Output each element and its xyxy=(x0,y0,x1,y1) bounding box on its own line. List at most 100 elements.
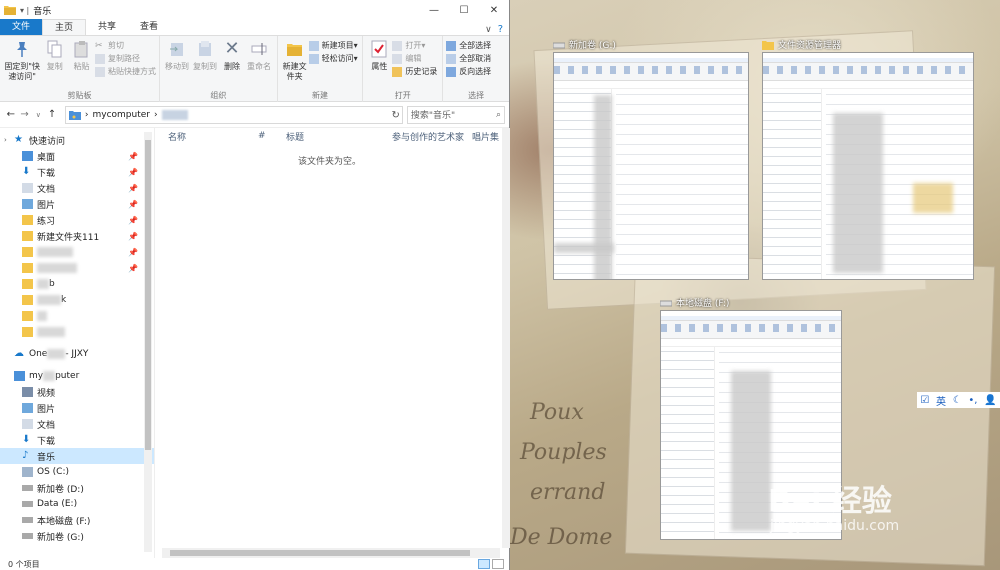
nav-item-redacted-k[interactable]: k xyxy=(0,292,154,308)
nav-drive-g[interactable]: 新加卷 (G:) xyxy=(0,528,154,544)
select-none-icon xyxy=(446,53,457,64)
close-button[interactable]: ✕ xyxy=(479,0,509,20)
new-item-button[interactable]: 新建项目 ▾ xyxy=(308,39,358,52)
breadcrumb-redacted[interactable] xyxy=(161,109,188,120)
tab-share[interactable]: 共享 xyxy=(86,19,128,35)
nav-drive-d[interactable]: 新加卷 (D:) xyxy=(0,480,154,496)
open-button[interactable]: 打开 ▾ xyxy=(392,39,437,52)
quick-access-toolbar-icon[interactable]: ▾ | xyxy=(20,6,29,15)
nav-item-pictures[interactable]: 图片 📌 xyxy=(0,196,154,212)
rename-icon xyxy=(251,43,267,55)
nav-drive-f[interactable]: 本地磁盘 (F:) xyxy=(0,512,154,528)
nav-item-redacted[interactable]: 📌 xyxy=(0,260,154,276)
recent-dropdown-icon[interactable]: ∨ xyxy=(31,111,45,119)
invert-selection-button[interactable]: 反向选择 xyxy=(446,65,491,78)
back-arrow-icon[interactable]: ← xyxy=(4,109,18,120)
select-none-button[interactable]: 全部取消 xyxy=(446,52,491,65)
column-header-title[interactable]: 标题 xyxy=(286,130,392,143)
column-header-album[interactable]: 唱片集 xyxy=(472,130,502,143)
nav-item-practice[interactable]: 练习 📌 xyxy=(0,212,154,228)
clipboard-group: 固定到"快速访问" 复制 粘贴 ✂ 剪切 复制路径 粘贴快捷方式 剪贴板 xyxy=(0,36,160,102)
minimize-button[interactable]: — xyxy=(419,0,449,20)
large-icons-view-icon[interactable] xyxy=(492,559,504,569)
details-view-icon[interactable] xyxy=(478,559,490,569)
group-label: 选择 xyxy=(468,91,485,100)
nav-item-pc-downloads[interactable]: ⬇ 下载 xyxy=(0,432,154,448)
computer-icon xyxy=(14,371,25,381)
nav-item-pc-documents[interactable]: 文档 xyxy=(0,416,154,432)
tab-view[interactable]: 查看 xyxy=(128,19,170,35)
up-arrow-icon[interactable]: ↑ xyxy=(45,109,59,120)
group-label: 新建 xyxy=(312,91,329,100)
copy-icon xyxy=(47,40,62,58)
nav-item-downloads[interactable]: ⬇ 下载 📌 xyxy=(0,164,154,180)
refresh-icon[interactable]: ↻ xyxy=(391,110,399,121)
scissors-icon: ✂ xyxy=(94,40,103,51)
column-header-artists[interactable]: 参与创作的艺术家 xyxy=(392,130,472,143)
nav-drive-c[interactable]: OS (C:) xyxy=(0,464,154,480)
content-scrollbar[interactable] xyxy=(502,128,510,548)
navigation-pane: › ★ 快速访问 桌面 📌 ⬇ 下载 📌 文档 📌 图片 📌 练习 📌 新建文件夹111 📌 … xyxy=(0,128,155,558)
window-title: 音乐 xyxy=(33,6,52,17)
help-icon[interactable]: ? xyxy=(498,24,509,35)
expand-chevron-icon: › xyxy=(4,136,7,144)
horizontal-scrollbar[interactable] xyxy=(162,548,500,558)
nav-item-pc-pictures[interactable]: 图片 xyxy=(0,400,154,416)
breadcrumb-root[interactable]: mycomputer xyxy=(92,110,150,120)
nav-item-new-folder-111[interactable]: 新建文件夹111 📌 xyxy=(0,228,154,244)
pin-icon: 📌 xyxy=(128,199,138,209)
star-icon: ★ xyxy=(14,134,23,145)
copy-path-button[interactable]: 复制路径 xyxy=(94,52,156,65)
nav-item-music[interactable]: ♪ 音乐 xyxy=(0,448,154,464)
ime-language-toggle[interactable]: 英 xyxy=(936,393,946,408)
maximize-button[interactable]: ☐ xyxy=(449,0,479,20)
horizontal-scrollbar-thumb[interactable] xyxy=(170,550,470,556)
nav-item-documents[interactable]: 文档 📌 xyxy=(0,180,154,196)
folder-icon xyxy=(22,231,33,241)
nav-item-videos[interactable]: 视频 xyxy=(0,384,154,400)
ribbon-collapse-icon[interactable]: ∨ xyxy=(485,25,498,35)
empty-folder-message: 该文件夹为空。 xyxy=(297,157,361,167)
nav-item-redacted-b[interactable]: b xyxy=(0,276,154,292)
music-folder-icon xyxy=(68,110,81,120)
tab-home[interactable]: 主页 xyxy=(42,19,87,35)
desktop-icon xyxy=(22,151,33,161)
tab-file[interactable]: 文件 xyxy=(0,19,43,35)
nav-this-pc[interactable]: my puter xyxy=(0,368,154,384)
user-icon[interactable]: 👤 xyxy=(984,395,996,406)
nav-scrollbar-thumb[interactable] xyxy=(145,140,151,450)
nav-scrollbar[interactable] xyxy=(144,132,152,552)
easy-access-button[interactable]: 轻松访问 ▾ xyxy=(308,52,358,65)
search-input[interactable]: 搜索"音乐" ⌕ xyxy=(406,105,506,124)
download-icon: ⬇ xyxy=(22,166,31,177)
edit-button[interactable]: 编辑 xyxy=(392,52,437,65)
nav-item-redacted[interactable] xyxy=(0,324,154,340)
nav-onedrive[interactable]: ☁ One - JJXY xyxy=(0,346,154,362)
folder-icon xyxy=(22,263,33,273)
ime-toolbox-icon[interactable]: ☑ xyxy=(920,395,929,406)
nav-drive-e[interactable]: Data (E:) xyxy=(0,496,154,512)
status-bar: 0 个项目 xyxy=(0,558,510,570)
column-header-number[interactable]: # xyxy=(258,131,286,141)
redacted-label xyxy=(37,279,49,289)
nav-quick-access[interactable]: › ★ 快速访问 xyxy=(0,132,154,148)
ribbon-tabs: 文件 主页 共享 查看 ∨ ? xyxy=(0,19,509,36)
shortcut-icon xyxy=(94,66,105,77)
forward-arrow-icon[interactable]: → xyxy=(18,109,32,120)
pin-icon: 📌 xyxy=(128,151,138,161)
select-all-button[interactable]: 全部选择 xyxy=(446,39,491,52)
address-bar[interactable]: › mycomputer › ↻ xyxy=(64,105,403,124)
punctuation-icon[interactable]: •, xyxy=(968,395,977,406)
edit-icon xyxy=(392,53,403,64)
cut-button[interactable]: ✂ 剪切 xyxy=(95,39,156,52)
drive-icon xyxy=(553,42,565,48)
nav-item-redacted[interactable] xyxy=(0,308,154,324)
paste-shortcut-button[interactable]: 粘贴快捷方式 xyxy=(94,65,156,78)
history-button[interactable]: 历史记录 xyxy=(392,65,437,78)
column-header-name[interactable]: 名称 xyxy=(162,130,258,143)
nav-item-redacted[interactable]: 📌 xyxy=(0,244,154,260)
paste-icon xyxy=(74,41,88,58)
moon-icon[interactable]: ☾ xyxy=(953,395,962,406)
nav-item-desktop[interactable]: 桌面 📌 xyxy=(0,148,154,164)
music-icon: ♪ xyxy=(22,450,29,461)
